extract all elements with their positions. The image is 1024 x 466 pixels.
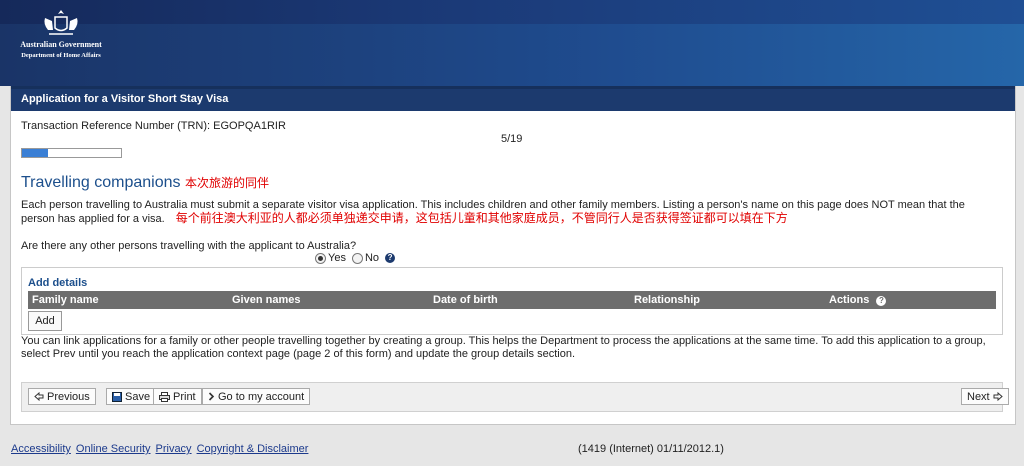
progress-fill (22, 149, 49, 157)
table-header: Family name Given names Date of birth Re… (28, 291, 996, 309)
column-actions: Actions ? (829, 294, 887, 306)
previous-button[interactable]: Previous (28, 388, 96, 405)
section-heading: Travelling companions 本次旅游的同伴 (21, 174, 269, 192)
description-annotation: 每个前往澳大利亚的人都必须单独递交申请，这包括儿童和其他家庭成员，不管同行人是否… (175, 211, 788, 225)
column-family-name: Family name (32, 294, 99, 306)
heading-annotation: 本次旅游的同伴 (184, 176, 269, 190)
go-to-account-button[interactable]: Go to my account (202, 388, 311, 405)
previous-label: Previous (47, 390, 90, 403)
footer-link-online-security[interactable]: Online Security (76, 443, 151, 455)
arrow-right-icon (993, 392, 1003, 401)
add-details-title: Add details (28, 277, 88, 289)
print-label: Print (173, 390, 196, 403)
column-relationship: Relationship (634, 294, 701, 306)
column-given-names: Given names (232, 294, 301, 306)
header-band (0, 24, 1024, 86)
coat-of-arms-icon (44, 10, 78, 35)
arrow-left-icon (34, 392, 44, 401)
next-button[interactable]: Next (961, 388, 1009, 405)
site-header: Australian Government Department of Home… (0, 0, 1024, 86)
application-title: Application for a Visitor Short Stay Vis… (21, 93, 229, 105)
section-description: Each person travelling to Australia must… (21, 199, 1001, 226)
print-button[interactable]: Print (153, 388, 202, 405)
government-logo[interactable]: Australian Government Department of Home… (6, 8, 116, 78)
trn-label: Transaction Reference Number (TRN): EGOP… (21, 120, 286, 132)
logo-line-1: Australian Government (20, 40, 102, 49)
group-info-text: You can link applications for a family o… (21, 335, 986, 360)
save-button[interactable]: Save (106, 388, 157, 405)
help-icon[interactable]: ? (385, 253, 396, 263)
footer: Accessibility Online Security Privacy Co… (0, 432, 1024, 466)
actions-label: Actions (829, 294, 870, 306)
application-panel: Application for a Visitor Short Stay Vis… (10, 86, 1016, 425)
section-title: Travelling companions (21, 174, 181, 191)
application-title-bar: Application for a Visitor Short Stay Vis… (11, 86, 1015, 111)
details-box: Add details Family name Given names Date… (21, 267, 1003, 335)
page-count: 5/19 (501, 133, 523, 145)
yes-label: Yes (328, 252, 346, 264)
footer-links: Accessibility Online Security Privacy Co… (11, 443, 308, 455)
progress-bar (21, 148, 122, 158)
chevron-right-icon (208, 392, 215, 401)
printer-icon (159, 391, 170, 402)
navigation-bar: Previous Save Print Go to my account Nex… (21, 382, 1009, 412)
actions-help-icon[interactable]: ? (876, 296, 887, 306)
companions-question: Are there any other persons travelling w… (21, 240, 357, 252)
save-label: Save (125, 390, 151, 403)
version-label: (1419 (Internet) 01/11/2012.1) (578, 443, 724, 455)
next-label: Next (967, 390, 990, 403)
account-label: Go to my account (218, 390, 305, 403)
no-radio[interactable] (351, 252, 363, 264)
add-button[interactable]: Add (28, 311, 62, 331)
yes-radio[interactable] (315, 252, 326, 264)
footer-link-accessibility[interactable]: Accessibility (11, 443, 71, 455)
floppy-disk-icon (112, 391, 122, 402)
companions-radio-group: Yes No ? (315, 252, 396, 264)
column-date-of-birth: Date of birth (433, 294, 498, 306)
logo-line-2: Department of Home Affairs (21, 52, 101, 59)
footer-link-privacy[interactable]: Privacy (156, 443, 192, 455)
footer-link-copyright[interactable]: Copyright & Disclaimer (197, 443, 309, 455)
no-label: No (364, 252, 380, 264)
